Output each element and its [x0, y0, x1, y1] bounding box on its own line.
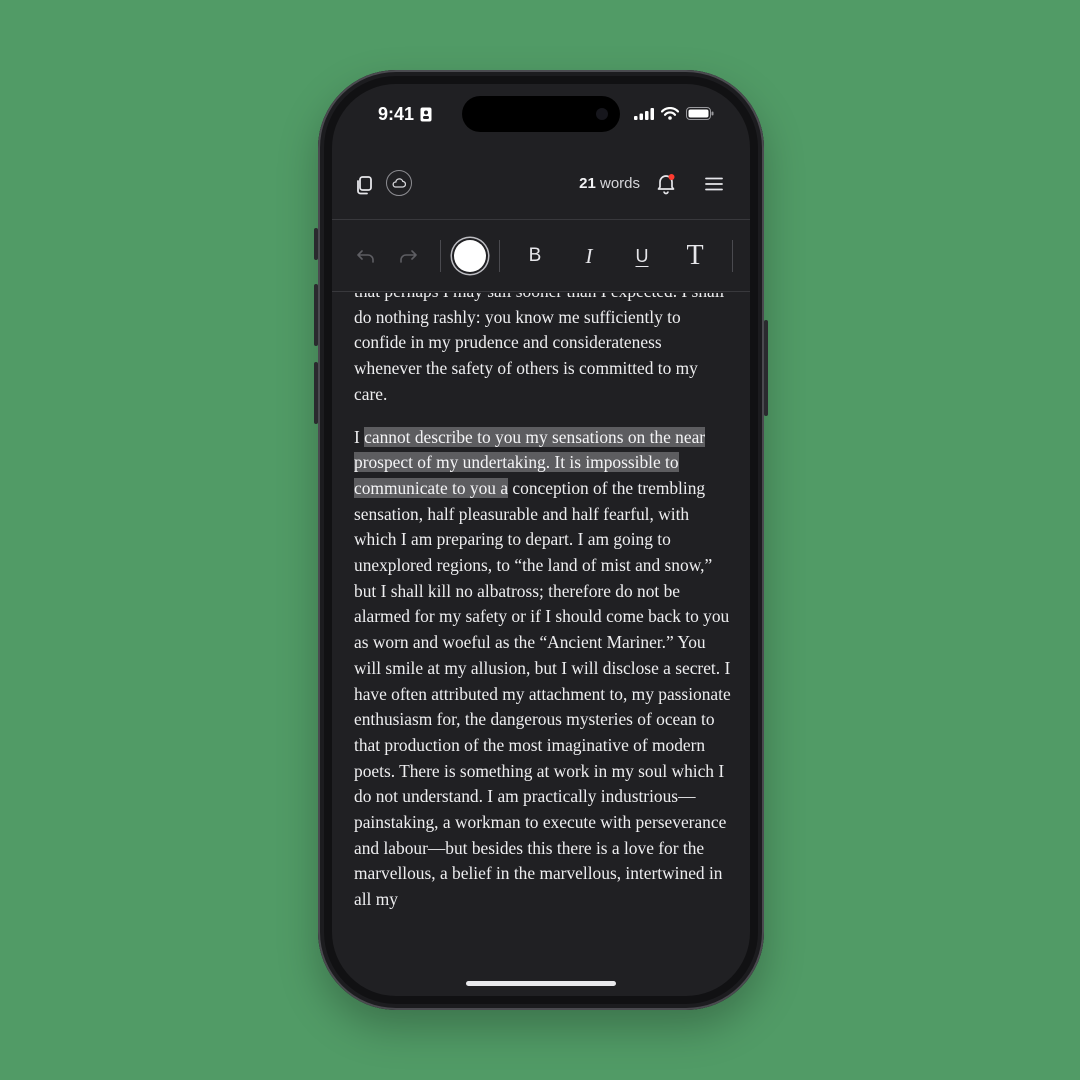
word-count-unit: words	[599, 175, 640, 192]
paragraph[interactable]: I cannot describe to you my sensations o…	[354, 425, 732, 913]
phone-screen: 9:41 21 words B I U T do nothing rashly:…	[332, 84, 750, 996]
app-header: 21 words	[332, 162, 750, 220]
volume-down-button	[314, 362, 318, 424]
toolbar-divider	[440, 240, 441, 272]
wifi-icon	[661, 107, 679, 120]
document-editor[interactable]: that perhaps I may sail sooner than I ex…	[354, 293, 732, 996]
cloud-icon	[392, 178, 406, 188]
bell-icon[interactable]	[654, 171, 678, 195]
word-count[interactable]: 21 words	[579, 175, 640, 192]
underline-button[interactable]: U	[629, 220, 655, 292]
paragraph-text: conception of the trembling sensation, h…	[354, 477, 731, 910]
paragraph-text: I	[354, 426, 365, 447]
action-button	[314, 228, 318, 260]
text-style-button[interactable]: T	[680, 220, 710, 292]
formatting-toolbar: B I U T	[332, 220, 750, 292]
italic-label: I	[585, 243, 593, 268]
sync-status-button[interactable]	[386, 170, 412, 196]
notification-dot	[668, 174, 675, 180]
clock: 9:41	[378, 104, 415, 124]
word-count-number: 21	[579, 175, 596, 192]
toolbar-divider	[732, 240, 733, 272]
battery-icon	[686, 107, 714, 120]
camera-icon	[596, 108, 608, 120]
toolbar-divider	[499, 240, 500, 272]
power-button	[764, 320, 768, 416]
status-icons	[634, 107, 714, 120]
cellular-signal-icon	[634, 107, 654, 120]
text-style-label: T	[686, 240, 704, 271]
paragraph[interactable]: that perhaps I may sail sooner than I ex…	[354, 293, 732, 408]
dynamic-island	[462, 96, 620, 132]
volume-up-button	[314, 284, 318, 346]
status-bar-time: 9:41	[378, 104, 432, 125]
redo-button[interactable]	[394, 220, 422, 292]
bold-label: B	[528, 245, 542, 266]
copy-icon[interactable]	[354, 174, 376, 196]
undo-button[interactable]	[352, 220, 380, 292]
document-content: that perhaps I may sail sooner than I ex…	[354, 293, 732, 913]
color-swatch	[454, 240, 486, 272]
menu-icon[interactable]	[704, 174, 724, 194]
bold-button[interactable]: B	[522, 220, 548, 292]
underline-label: U	[635, 245, 649, 266]
redo-icon	[400, 250, 417, 263]
undo-icon	[357, 250, 374, 263]
italic-button[interactable]: I	[576, 220, 602, 292]
home-indicator[interactable]	[466, 981, 616, 986]
id-card-icon	[420, 107, 432, 122]
text-color-button[interactable]	[452, 220, 488, 292]
